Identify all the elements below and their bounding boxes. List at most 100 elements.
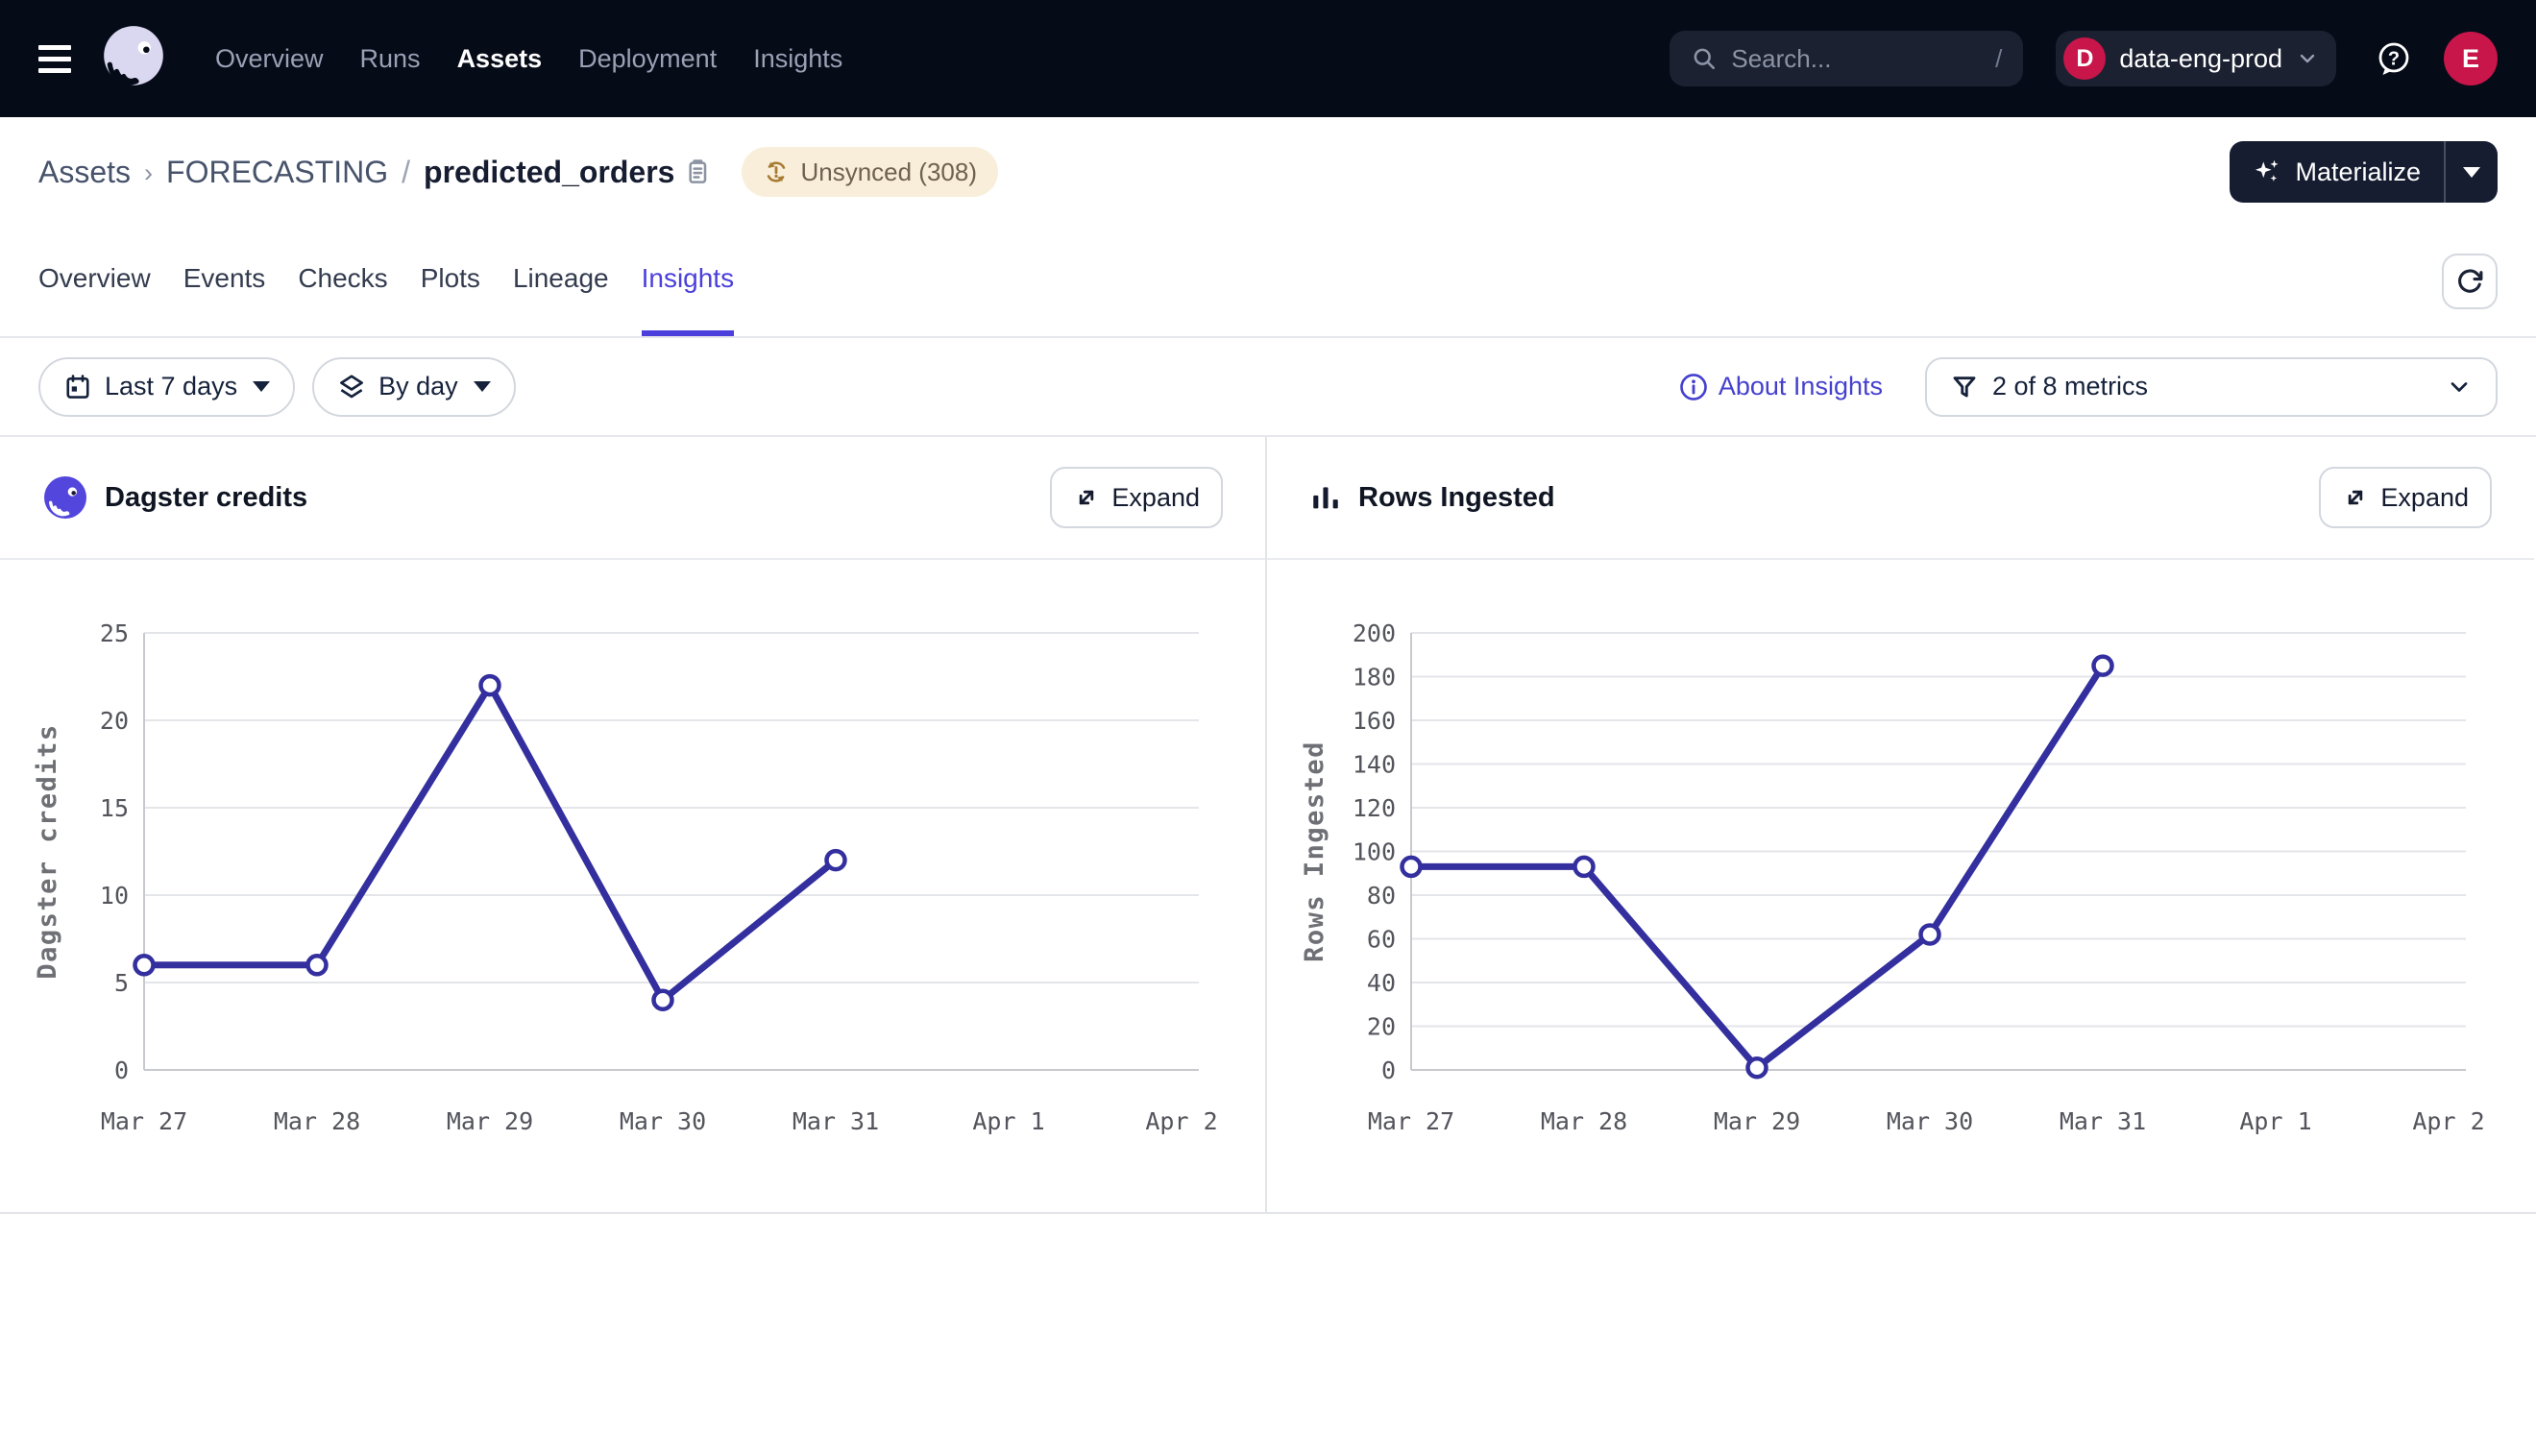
metric-card-header: Rows Ingested Expand: [1267, 437, 2534, 560]
data-point: [827, 851, 845, 869]
chart-area: 0510152025Mar 27Mar 28Mar 29Mar 30Mar 31…: [0, 560, 1265, 1212]
x-tick-label: Apr 2: [1145, 1107, 1217, 1135]
expand-icon: [1073, 484, 1100, 511]
data-point: [481, 676, 500, 694]
y-tick-label: 10: [100, 882, 129, 910]
data-point: [1921, 925, 1939, 943]
y-axis-title: Rows Ingested: [1300, 740, 1329, 962]
refresh-icon: [2455, 267, 2484, 296]
x-tick-label: Mar 29: [1714, 1107, 1800, 1135]
y-tick-label: 140: [1353, 751, 1396, 779]
nav-item-insights[interactable]: Insights: [753, 44, 842, 74]
y-tick-label: 120: [1353, 794, 1396, 822]
x-tick-label: Mar 31: [2060, 1107, 2146, 1135]
help-button[interactable]: ?: [2373, 37, 2415, 80]
data-point: [2094, 657, 2112, 675]
status-badge-label: Unsynced (308): [800, 158, 977, 187]
expand-label: Expand: [2380, 483, 2469, 513]
data-point: [1575, 858, 1594, 876]
granularity-filter[interactable]: By day: [312, 357, 516, 417]
filter-funnel-icon: [1950, 373, 1979, 401]
breadcrumb-group-link[interactable]: FORECASTING: [166, 155, 388, 190]
search-shortcut-key: /: [1995, 44, 2002, 74]
y-tick-label: 5: [114, 969, 129, 997]
search-input[interactable]: Search... /: [1670, 31, 2023, 86]
breadcrumb-slash: /: [402, 155, 410, 190]
metric-card-rows-ingested: Rows Ingested Expand 0204060801001201401…: [1267, 437, 2534, 1212]
metric-card-title: Rows Ingested: [1358, 482, 1555, 514]
search-placeholder: Search...: [1731, 44, 1982, 74]
tab-events[interactable]: Events: [183, 227, 266, 336]
metric-card-header: Dagster credits Expand: [0, 437, 1265, 560]
tab-checks[interactable]: Checks: [298, 227, 387, 336]
asset-tabs: Overview Events Checks Plots Lineage Ins…: [38, 227, 734, 336]
data-point: [1748, 1058, 1767, 1077]
y-tick-label: 15: [100, 794, 129, 822]
svg-text:?: ?: [2388, 49, 2400, 70]
hamburger-menu-icon[interactable]: [38, 45, 73, 73]
deployment-switcher[interactable]: D data-eng-prod: [2056, 31, 2336, 86]
bar-chart-icon: [1309, 481, 1342, 514]
metrics-select-value: 2 of 8 metrics: [1992, 372, 2148, 401]
tab-overview[interactable]: Overview: [38, 227, 151, 336]
date-range-filter[interactable]: Last 7 days: [38, 357, 295, 417]
nav-item-runs[interactable]: Runs: [360, 44, 421, 74]
nav-item-assets[interactable]: Assets: [457, 44, 543, 74]
materialize-split-button: Materialize: [2230, 141, 2498, 203]
series-line: [1411, 666, 2103, 1068]
expand-button[interactable]: Expand: [1050, 467, 1223, 528]
y-tick-label: 160: [1353, 707, 1396, 735]
x-tick-label: Mar 28: [1541, 1107, 1627, 1135]
materialize-label: Materialize: [2295, 158, 2421, 187]
calendar-icon: [63, 373, 92, 401]
top-nav-bar: Overview Runs Assets Deployment Insights…: [0, 0, 2536, 117]
y-tick-label: 100: [1353, 838, 1396, 866]
materialize-button[interactable]: Materialize: [2230, 141, 2444, 203]
x-tick-label: Mar 30: [1887, 1107, 1973, 1135]
data-point: [135, 956, 154, 974]
y-tick-label: 0: [1381, 1056, 1396, 1084]
expand-label: Expand: [1111, 483, 1200, 513]
chart-area: 020406080100120140160180200Mar 27Mar 28M…: [1267, 560, 2534, 1212]
breadcrumb: Assets › FORECASTING / predicted_orders: [38, 155, 674, 190]
about-insights-link[interactable]: About Insights: [1679, 372, 1883, 401]
x-tick-label: Mar 28: [274, 1107, 360, 1135]
x-tick-label: Mar 29: [447, 1107, 533, 1135]
line-chart-svg: 020406080100120140160180200Mar 27Mar 28M…: [1267, 593, 2534, 1178]
x-tick-label: Mar 31: [792, 1107, 879, 1135]
deployment-name: data-eng-prod: [2119, 44, 2282, 74]
nav-item-deployment[interactable]: Deployment: [578, 44, 717, 74]
tab-insights[interactable]: Insights: [642, 227, 735, 336]
y-tick-label: 60: [1367, 926, 1396, 954]
nav-item-overview[interactable]: Overview: [215, 44, 324, 74]
materialize-dropdown-button[interactable]: [2444, 141, 2498, 203]
metric-card-dagster-credits: Dagster credits Expand 0510152025Mar 27M…: [0, 437, 1267, 1212]
metric-card-title: Dagster credits: [105, 482, 307, 514]
user-avatar[interactable]: E: [2444, 32, 2498, 85]
copy-asset-name-button[interactable]: [682, 157, 713, 187]
caret-down-icon: [474, 381, 491, 392]
unsynced-icon: [763, 158, 790, 185]
asset-tabs-row: Overview Events Checks Plots Lineage Ins…: [0, 227, 2536, 338]
status-badge[interactable]: Unsynced (308): [742, 147, 998, 197]
sparkle-icon: [2253, 158, 2281, 186]
tab-lineage[interactable]: Lineage: [513, 227, 609, 336]
data-point: [308, 956, 327, 974]
breadcrumb-chevron: ›: [144, 156, 153, 188]
help-icon: ?: [2373, 37, 2415, 80]
series-line: [144, 686, 836, 1001]
data-point: [1402, 858, 1421, 876]
deployment-initial-badge: D: [2063, 37, 2106, 80]
y-tick-label: 20: [100, 707, 129, 735]
dagster-logo-icon[interactable]: [98, 23, 169, 94]
tab-plots[interactable]: Plots: [421, 227, 480, 336]
x-tick-label: Apr 1: [2239, 1107, 2311, 1135]
date-range-label: Last 7 days: [105, 372, 237, 401]
data-point: [654, 991, 672, 1009]
line-chart-svg: 0510152025Mar 27Mar 28Mar 29Mar 30Mar 31…: [0, 593, 1267, 1178]
refresh-button[interactable]: [2442, 254, 2498, 309]
clipboard-icon: [682, 157, 713, 187]
breadcrumb-assets-link[interactable]: Assets: [38, 155, 131, 190]
metrics-select[interactable]: 2 of 8 metrics: [1925, 357, 2498, 417]
expand-button[interactable]: Expand: [2319, 467, 2492, 528]
